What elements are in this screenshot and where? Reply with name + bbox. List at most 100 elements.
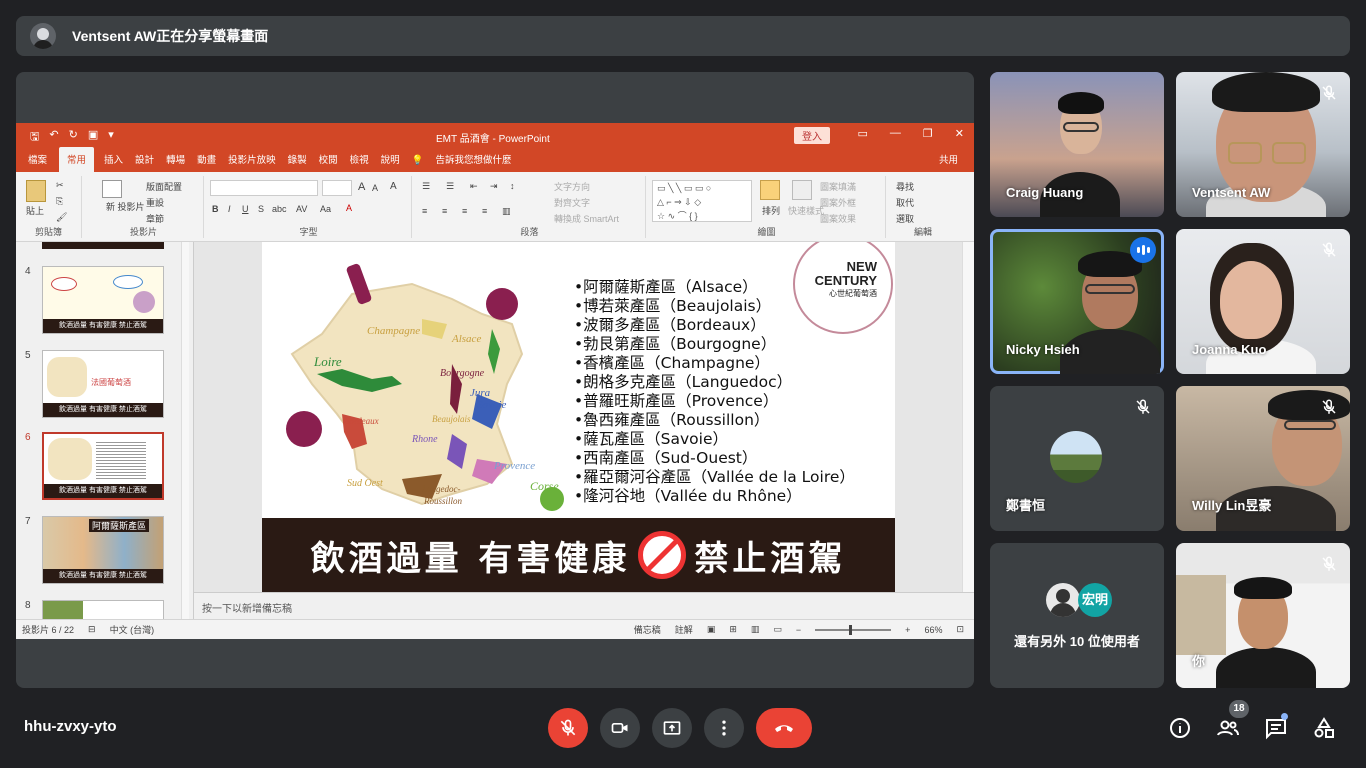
font-color-icon[interactable]: A [346,203,352,213]
tab-help[interactable]: 說明 [381,152,412,172]
char-spacing-icon[interactable]: AV [296,204,307,214]
save-icon[interactable]: 🖫 [30,128,39,147]
slide-sorter-icon[interactable]: ⊞ [729,624,737,635]
shadow-icon[interactable]: S [258,204,264,214]
thumbnail-slide-5[interactable]: 法國葡萄酒 飲酒過量 有害健康 禁止酒駕 [42,350,164,418]
participant-tile-zheng-shuheng[interactable]: 鄭書恒 [990,386,1164,531]
fit-slide-icon[interactable]: ⊡ [956,624,964,635]
participant-tile-nicky-hsieh[interactable]: Nicky Hsieh [990,229,1164,374]
text-direction-button[interactable]: 文字方向 [554,180,590,193]
login-button[interactable]: 登入 [794,127,830,144]
activities-icon[interactable] [1312,716,1336,740]
increase-indent-icon[interactable]: ⇥ [490,181,498,192]
customize-qat-icon[interactable]: ▾ [108,128,114,147]
slideshow-view-icon[interactable]: ▭ [773,624,782,635]
ribbon-display-icon[interactable]: ▭ [858,127,868,140]
tab-view[interactable]: 檢視 [350,152,381,172]
minimize-icon[interactable]: — [890,127,901,140]
quick-styles-button[interactable]: 快速樣式 [788,204,824,217]
language-indicator[interactable]: 中文 (台灣) [110,623,155,636]
start-slideshow-icon[interactable]: ▣ [88,128,98,147]
zoom-out-icon[interactable]: − [796,625,801,635]
zoom-level[interactable]: 66% [924,625,942,635]
smartart-button[interactable]: 轉換成 SmartArt [554,212,619,225]
section-button[interactable]: 章節 [146,212,164,225]
participant-tile-craig-huang[interactable]: Craig Huang [990,72,1164,217]
camera-toggle-button[interactable] [600,708,640,748]
cut-icon[interactable]: ✂ [56,180,64,191]
decrease-font-icon[interactable]: A [372,183,378,193]
participant-tile-self[interactable]: 你 [1176,543,1350,688]
spellcheck-icon[interactable]: ⊟ [88,624,96,635]
tab-animations[interactable]: 動畫 [197,152,228,172]
font-size-dropdown[interactable] [322,180,352,196]
shapes-gallery[interactable]: ▭ ╲ ╲ ▭ ▭ ○ △ ⌐ ⇒ ⇩ ◇ ☆ ∿ ⌒ { } [652,180,752,222]
mic-toggle-button[interactable] [548,708,588,748]
align-center-icon[interactable]: ≡ [442,206,447,216]
arrange-icon[interactable] [760,180,780,200]
comments-toggle[interactable]: 註解 [675,623,693,636]
thumbnail-slide-8[interactable] [42,600,164,619]
bold-icon[interactable]: B [212,204,219,214]
tab-insert[interactable]: 插入 [104,152,135,172]
paste-icon[interactable] [26,180,46,202]
align-text-button[interactable]: 對齊文字 [554,196,590,209]
strikethrough-icon[interactable]: abc [272,204,287,214]
undo-icon[interactable]: ↶ [49,128,58,147]
line-spacing-icon[interactable]: ↕ [510,181,515,191]
numbering-icon[interactable]: ☰ [446,181,454,192]
restore-icon[interactable]: ❐ [923,127,933,140]
font-name-dropdown[interactable] [210,180,318,196]
people-icon[interactable] [1216,716,1240,740]
decrease-indent-icon[interactable]: ⇤ [470,181,478,192]
layout-button[interactable]: 版面配置 [146,180,182,193]
participant-tile-ventsent-aw[interactable]: Ventsent AW [1176,72,1350,217]
info-icon[interactable] [1168,716,1192,740]
reading-view-icon[interactable]: ▥ [751,624,760,635]
replace-button[interactable]: 取代 [896,196,914,209]
close-icon[interactable]: ✕ [955,127,964,140]
zoom-in-icon[interactable]: + [905,625,910,635]
new-slide-button[interactable]: 新 投影片 [106,202,145,212]
justify-icon[interactable]: ≡ [482,206,487,216]
reset-button[interactable]: 重設 [146,196,164,209]
tab-review[interactable]: 校閱 [319,152,350,172]
columns-icon[interactable]: ▥ [502,206,511,217]
quick-styles-icon[interactable] [792,180,812,200]
underline-icon[interactable]: U [242,204,249,214]
tab-home[interactable]: 常用 [59,147,95,172]
participant-tile-joanna-kuo[interactable]: Joanna Kuo [1176,229,1350,374]
thumbnail-scrollbar[interactable] [181,242,189,619]
redo-icon[interactable]: ↻ [69,128,78,147]
select-button[interactable]: 選取 [896,212,914,225]
change-case-icon[interactable]: Aa [320,204,331,214]
clear-format-icon[interactable]: A [390,181,397,192]
italic-icon[interactable]: I [228,204,231,214]
shape-effects-button[interactable]: 圖案效果 [820,212,856,225]
notes-pane[interactable]: 按一下以新增備忘稿 [194,592,974,619]
more-options-button[interactable] [704,708,744,748]
thumbnail-slide-4[interactable]: 飲酒過量 有害健康 禁止酒駕 [42,266,164,334]
participant-tile-willy-lin[interactable]: Willy Lin昱豪 [1176,386,1350,531]
tab-transitions[interactable]: 轉場 [166,152,197,172]
shape-fill-button[interactable]: 圖案填滿 [820,180,856,193]
thumbnail-slide-6[interactable]: 飲酒過量 有害健康 禁止酒駕 [42,432,164,500]
zoom-slider[interactable] [815,624,892,635]
tab-record[interactable]: 錄製 [288,152,319,172]
notes-toggle[interactable]: 備忘稿 [634,623,661,636]
share-button[interactable]: 共用 [939,152,958,166]
align-right-icon[interactable]: ≡ [462,206,467,216]
find-button[interactable]: 尋找 [896,180,914,193]
tell-me-search[interactable]: 告訴我您想做什麼 [436,152,524,172]
leave-call-button[interactable] [756,708,812,748]
increase-font-icon[interactable]: A [358,181,365,193]
tab-file[interactable]: 檔案 [28,152,59,172]
normal-view-icon[interactable]: ▣ [707,624,716,635]
tab-design[interactable]: 設計 [135,152,166,172]
new-slide-icon[interactable] [102,180,122,198]
copy-icon[interactable]: ⎘ [56,196,63,207]
slide-scrollbar[interactable] [962,242,974,592]
bullets-icon[interactable]: ☰ [422,181,430,192]
paste-button[interactable]: 貼上 [26,204,44,217]
format-painter-icon[interactable]: 🖌 [56,212,67,223]
